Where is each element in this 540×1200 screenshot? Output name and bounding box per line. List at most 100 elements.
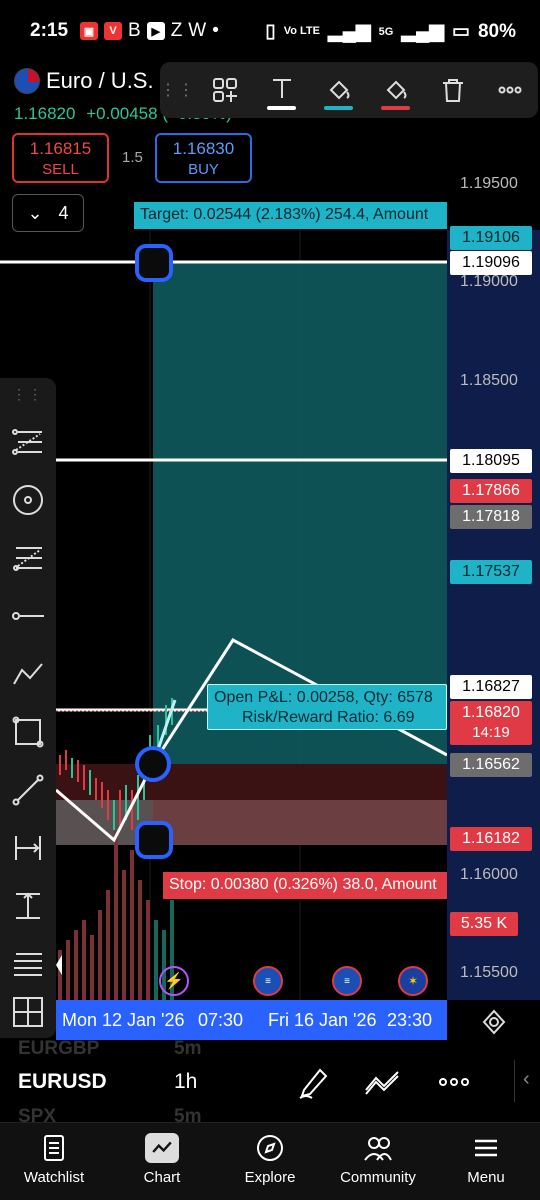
eu-event-icon[interactable]: ✶ — [398, 966, 428, 996]
circle-tool-icon — [13, 485, 43, 515]
price-range-tool[interactable] — [8, 886, 48, 926]
app-letter-b: B — [128, 20, 141, 41]
price-label-entry: 1.16827 — [450, 675, 532, 699]
entry-handle[interactable] — [135, 746, 171, 782]
target-label[interactable]: Target: 0.02544 (2.183%) 254.4, Amount — [134, 202, 447, 229]
price-label-gray: 1.17818 — [450, 505, 532, 529]
nav-community[interactable]: Community — [324, 1123, 432, 1200]
symbol-title[interactable]: Euro / U.S. — [46, 68, 154, 94]
app-notification-icon: ▣ — [80, 22, 98, 40]
price-label-red: 1.17866 — [450, 479, 532, 503]
pitchfork-tool[interactable] — [8, 538, 48, 578]
indicators-icon[interactable] — [364, 1066, 402, 1096]
battery-icon: ▭ — [452, 21, 470, 42]
us-event-icon[interactable]: ≡ — [253, 966, 283, 996]
date-range-tool[interactable] — [8, 828, 48, 868]
position-info-box[interactable]: Open P&L: 0.00258, Qty: 6578 Risk/Reward… — [207, 684, 447, 730]
time-label: Fri 16 Jan '26 — [268, 1010, 377, 1030]
more-icon — [498, 86, 521, 94]
line-color-bar — [381, 106, 410, 110]
palette-drag-handle[interactable]: ⋮⋮ — [0, 386, 56, 403]
watchlist-icon — [44, 1135, 64, 1161]
trend-line-tool[interactable] — [8, 770, 48, 810]
list-item-symbol[interactable]: EURGBP — [18, 1038, 99, 1060]
buy-button[interactable]: 1.16830 BUY — [155, 133, 252, 183]
more-tool[interactable] — [481, 62, 538, 118]
trash-icon — [442, 79, 463, 102]
drawing-pen-icon[interactable] — [296, 1064, 330, 1100]
network-label: Vo LTE — [283, 25, 320, 37]
price-label-gray-2: 1.16562 — [450, 753, 532, 777]
volume-label: 5.35 K — [450, 912, 518, 936]
loss-zone-dark — [56, 764, 447, 800]
stop-handle[interactable] — [135, 821, 173, 859]
symbol-change: +0.00458 — [86, 104, 158, 123]
youtube-icon: ▶ — [146, 22, 165, 40]
active-timeframe[interactable]: 1h — [174, 1070, 197, 1094]
app-letter-w: W — [188, 20, 207, 41]
time-axis[interactable]: Mon 12 Jan '26 07:30 Fri 16 Jan '26 23:3… — [56, 1000, 447, 1040]
fib-retracement-tool[interactable] — [8, 422, 48, 462]
app-notification-icon: V — [104, 22, 122, 40]
drawing-toolbar: ⋮⋮ — [160, 62, 538, 118]
sell-button[interactable]: 1.16815 SELL — [12, 133, 109, 183]
sell-label: SELL — [42, 161, 79, 178]
dot-icon: • — [212, 20, 219, 41]
status-time: 2:15 — [30, 20, 69, 41]
line-color-tool[interactable] — [367, 62, 424, 118]
fill-color-tool[interactable] — [310, 62, 367, 118]
stop-label[interactable]: Stop: 0.00380 (0.326%) 38.0, Amount — [163, 872, 447, 899]
price-tick: 1.18500 — [460, 372, 518, 389]
bottom-navigation: Watchlist Chart Explore Community Menu — [0, 1122, 540, 1200]
rectangle-tool[interactable] — [8, 712, 48, 752]
price-axis-highlight[interactable] — [447, 230, 540, 1000]
indicators-collapse-button[interactable]: ⌄ 4 — [12, 194, 84, 232]
network-5g: 5G — [378, 25, 394, 38]
circle-tool[interactable] — [8, 480, 48, 520]
toolbar-drag-handle[interactable]: ⋮⋮ — [160, 80, 196, 100]
nav-explore[interactable]: Explore — [216, 1123, 324, 1200]
signal-icon: ▂▄▆ — [327, 21, 371, 42]
buy-label: BUY — [188, 161, 219, 178]
price-label-cyan-2: 1.17537 — [450, 560, 532, 584]
path-tool[interactable] — [8, 654, 48, 694]
app-letter-z: Z — [170, 20, 183, 41]
more-options-icon[interactable] — [438, 1072, 470, 1092]
nav-chart[interactable]: Chart — [108, 1123, 216, 1200]
text-color-bar — [267, 106, 296, 110]
risk-reward: Risk/Reward Ratio: 6.69 — [242, 709, 415, 726]
vibrate-icon: ▯ — [265, 21, 276, 42]
status-bar: 2:15 ▣ V B ▶ Z W • ▯ Vo LTE ▂▄▆ 5G ▂▄▆ ▭… — [0, 0, 540, 62]
fill-color-bar — [324, 106, 353, 110]
nav-label: Chart — [143, 1169, 181, 1186]
rectangle-icon — [12, 716, 44, 748]
chart-settings-icon[interactable] — [480, 1008, 508, 1036]
pitchfork-icon — [13, 547, 42, 571]
template-tool[interactable] — [196, 62, 253, 118]
parallel-channel-icon — [14, 953, 42, 976]
chevron-left-icon[interactable]: ‹ — [514, 1060, 540, 1102]
parallel-channel-tool[interactable] — [8, 944, 48, 984]
last-price-label: 1.16820 14:19 — [450, 701, 532, 745]
menu-icon — [475, 1139, 497, 1157]
delete-tool[interactable] — [424, 62, 481, 118]
nav-watchlist[interactable]: Watchlist — [0, 1123, 108, 1200]
price-label-target: 1.19096 — [450, 251, 532, 275]
text-tool[interactable] — [253, 62, 310, 118]
date-range-icon — [15, 836, 41, 860]
long-position-tool[interactable] — [8, 992, 48, 1032]
time-label: Mon 12 Jan '26 — [62, 1010, 185, 1030]
nav-label: Menu — [467, 1169, 505, 1186]
trend-line-icon — [12, 774, 44, 806]
us-event-icon-2[interactable]: ≡ — [332, 966, 362, 996]
lightning-event-icon[interactable]: ⚡ — [159, 966, 189, 996]
nav-label: Watchlist — [23, 1169, 85, 1186]
nav-menu[interactable]: Menu — [432, 1123, 540, 1200]
horizontal-line-tool[interactable] — [8, 596, 48, 636]
active-symbol[interactable]: EURUSD — [18, 1070, 107, 1094]
target-handle[interactable] — [135, 244, 173, 282]
price-tick: 1.19500 — [460, 175, 518, 192]
chart-icon — [145, 1133, 179, 1163]
sell-price: 1.16815 — [29, 139, 92, 158]
price-label-line: 1.18095 — [450, 449, 532, 473]
